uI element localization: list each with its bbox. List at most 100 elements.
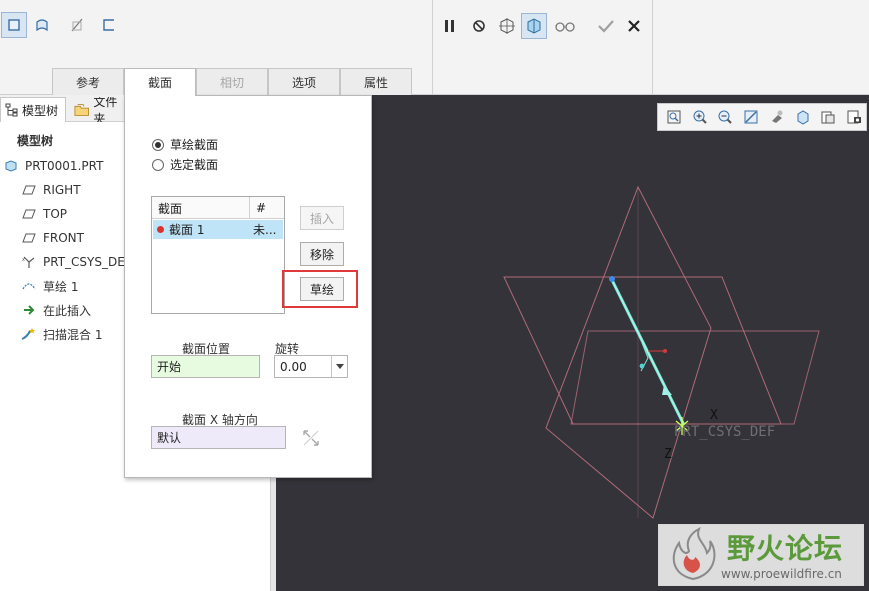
- tab-label: 模型树: [22, 103, 59, 118]
- tree-item-part[interactable]: PRT0001.PRT: [3, 156, 103, 176]
- radio-button[interactable]: [152, 138, 164, 151]
- start-point: [609, 276, 615, 282]
- refit-icon[interactable]: [662, 106, 686, 128]
- watermark: 野火论坛 www.proewildfire.cn: [658, 524, 864, 586]
- remove-button[interactable]: 移除: [300, 242, 344, 266]
- ribbon-separator: [432, 0, 433, 95]
- tab-references[interactable]: 参考: [52, 68, 124, 95]
- table-row[interactable]: 截面 1 未...: [153, 220, 283, 239]
- tab-model-tree[interactable]: 模型树: [0, 97, 66, 122]
- watermark-title: 野火论坛: [727, 532, 844, 565]
- tree-item-csys[interactable]: x PRT_CSYS_DEF: [21, 252, 132, 272]
- tab-label: 文件夹: [93, 97, 118, 122]
- view-toolbar: [657, 103, 867, 131]
- row-cell-hash: 未...: [253, 223, 277, 237]
- radio-label: 选定截面: [170, 158, 219, 172]
- datum-plane-right: [570, 330, 820, 425]
- chevron-down-icon[interactable]: [331, 356, 347, 377]
- tree-item-label: RIGHT: [43, 183, 81, 197]
- tab-properties[interactable]: 属性: [340, 68, 412, 95]
- pause-icon[interactable]: [437, 13, 463, 39]
- tab-label: 选项: [291, 75, 316, 90]
- tree-item-label: PRT0001.PRT: [25, 159, 104, 173]
- glasses-icon[interactable]: [552, 13, 578, 39]
- tree-item-label: 草绘 1: [43, 279, 79, 294]
- radio-button[interactable]: [152, 158, 164, 171]
- svg-text:x: x: [22, 257, 25, 263]
- tree-item-top[interactable]: TOP: [21, 204, 67, 224]
- radio-selected-sections[interactable]: 选定截面: [152, 156, 218, 173]
- zoom-in-icon[interactable]: [688, 106, 712, 128]
- rotation-value: 0.00: [280, 359, 307, 374]
- folder-icon: [74, 103, 89, 116]
- no-preview-icon[interactable]: [466, 13, 492, 39]
- tab-label: 截面: [147, 76, 172, 90]
- datum-display-icon[interactable]: [817, 106, 841, 128]
- sweep-blend-icon: [21, 326, 37, 342]
- column-header-section: 截面: [152, 197, 250, 219]
- ok-check-icon[interactable]: [593, 13, 619, 39]
- datum-plane-icon: [21, 206, 37, 222]
- column-header-hash: #: [256, 201, 267, 215]
- datum-plane-top: [545, 185, 712, 519]
- verify-icon[interactable]: [494, 13, 520, 39]
- tree-item-front[interactable]: FRONT: [21, 228, 84, 248]
- row-cell-section: 截面 1: [157, 220, 249, 239]
- sections-panel: 草绘截面 选定截面 截面 # 截面 1 未... 插入 移除 草绘 截面位置 开…: [124, 95, 372, 478]
- datum-plane-icon: [21, 182, 37, 198]
- tree-item-label: PRT_CSYS_DEF: [43, 255, 132, 269]
- tree-item-insert-here[interactable]: 在此插入: [21, 300, 91, 320]
- axis-label-z: Z: [664, 447, 672, 462]
- ribbon-separator: [652, 0, 653, 95]
- annotation-icon[interactable]: [842, 106, 866, 128]
- rotation-input[interactable]: 0.00: [274, 355, 348, 378]
- preview-icon[interactable]: [521, 13, 547, 39]
- solid-icon[interactable]: [1, 12, 27, 38]
- table-header: 截面 #: [152, 197, 284, 219]
- csys-icon: x: [21, 254, 37, 270]
- flip-axis-icon[interactable]: [299, 427, 323, 449]
- tab-tangency: 相切: [196, 68, 268, 95]
- zoom-out-icon[interactable]: [714, 106, 738, 128]
- tree-header: 模型树: [17, 134, 54, 148]
- part-icon: [3, 158, 19, 174]
- thicken-icon[interactable]: [96, 12, 122, 38]
- datum-plane-front: [503, 276, 782, 425]
- tab-folder-browser[interactable]: 文件夹: [70, 97, 126, 122]
- tab-options[interactable]: 选项: [268, 68, 340, 95]
- repaint-icon[interactable]: [739, 106, 763, 128]
- tree-item-label: TOP: [43, 207, 68, 221]
- surface-icon[interactable]: [29, 12, 55, 38]
- tab-label: 参考: [75, 75, 100, 90]
- insert-button: 插入: [300, 206, 344, 230]
- saved-views-icon[interactable]: [791, 106, 815, 128]
- flame-logo-icon: [672, 527, 716, 581]
- tab-sections[interactable]: 截面: [124, 68, 196, 96]
- status-dot-icon: [157, 226, 164, 233]
- datum-plane-icon: [21, 230, 37, 246]
- sketch-icon: [21, 278, 37, 294]
- section-location-field[interactable]: 开始: [151, 355, 260, 378]
- tree-item-right[interactable]: RIGHT: [21, 180, 81, 200]
- row-section-label: 截面 1: [169, 223, 205, 237]
- tree-item-label: 扫描混合 1: [43, 327, 103, 342]
- tree-item-sketch[interactable]: 草绘 1: [21, 276, 78, 296]
- annotation-highlight-box: [282, 270, 358, 308]
- tab-label: 相切: [219, 75, 244, 90]
- axis-label-x: X: [710, 408, 718, 423]
- radio-label: 草绘截面: [170, 138, 219, 152]
- tab-label: 属性: [363, 75, 388, 90]
- tree-item-sweep-blend[interactable]: 扫描混合 1: [21, 324, 102, 344]
- watermark-url: www.proewildfire.cn: [721, 567, 842, 581]
- insert-arrow-icon: [21, 302, 37, 318]
- remove-material-icon[interactable]: [64, 12, 90, 38]
- csys-label: PRT_CSYS_DEF: [674, 424, 775, 440]
- sections-table: 截面 # 截面 1 未...: [151, 196, 285, 314]
- tree-item-label: FRONT: [43, 231, 84, 245]
- cancel-x-icon[interactable]: [621, 13, 647, 39]
- section-x-axis-field[interactable]: 默认: [151, 426, 286, 449]
- tree-icon: [5, 103, 18, 117]
- display-style-icon[interactable]: [765, 106, 789, 128]
- radio-sketched-sections[interactable]: 草绘截面: [152, 136, 218, 153]
- tree-item-label: 在此插入: [43, 303, 92, 318]
